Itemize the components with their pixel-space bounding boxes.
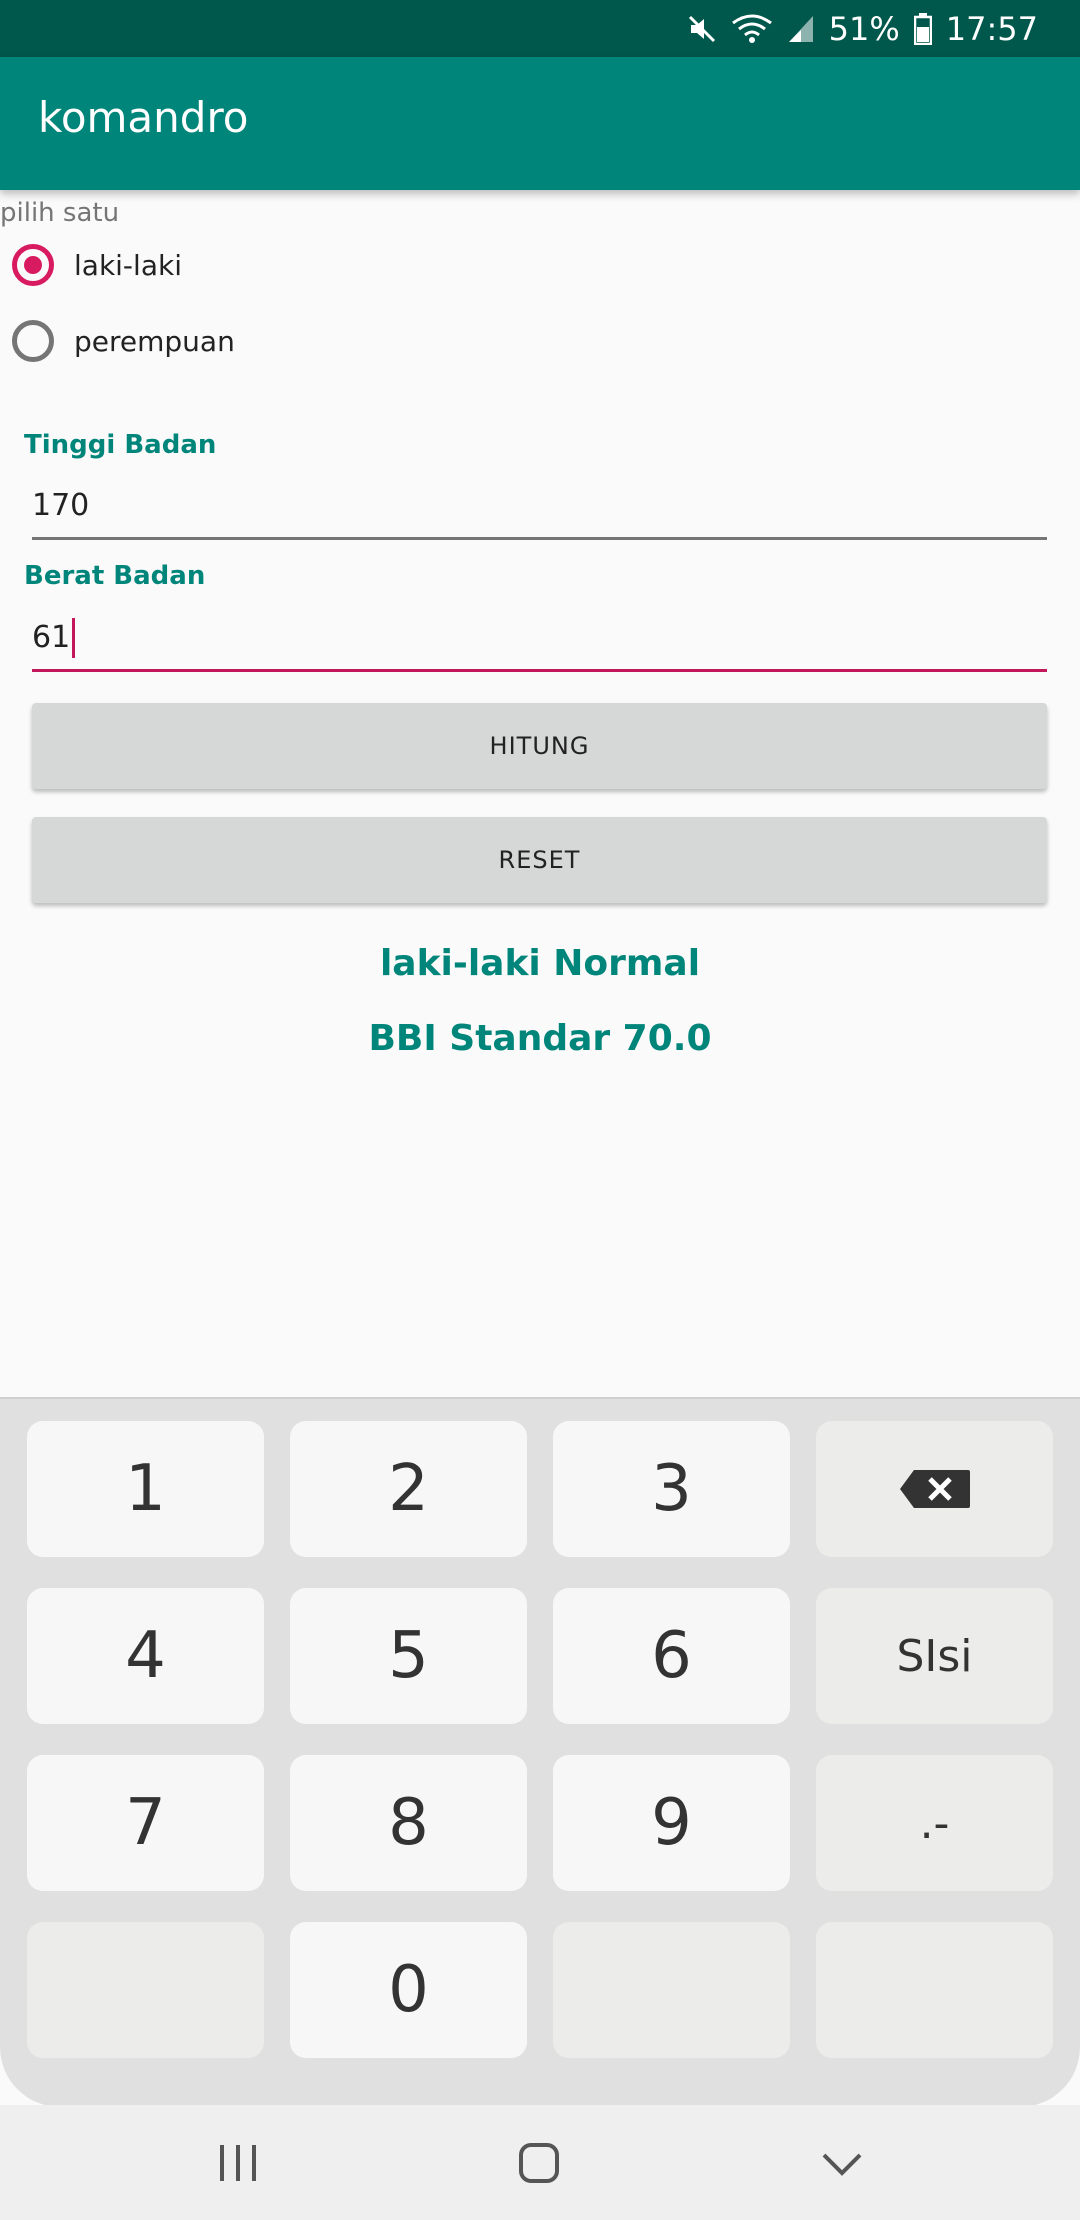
result-status: laki-laki Normal [379,943,701,984]
radio-male-circle[interactable] [12,244,54,286]
clock: 17:57 [945,10,1038,48]
wifi-icon [731,13,773,45]
recent-apps-button[interactable] [208,2133,268,2197]
radio-female-circle[interactable] [12,320,54,362]
battery-icon [913,13,932,45]
radio-male-label[interactable]: laki-laki [74,249,182,282]
key-5[interactable]: 5 [290,1588,527,1724]
key-7[interactable]: 7 [27,1755,264,1891]
key-1[interactable]: 1 [27,1421,264,1557]
backspace-icon [898,1452,972,1526]
chevron-down-icon [812,2133,872,2197]
key-2[interactable]: 2 [290,1421,527,1557]
key-enter-label: SIsi [896,1630,973,1682]
status-icons: 51% 17:57 [687,6,1038,52]
home-icon [509,2133,569,2197]
reset-button[interactable]: RESET [32,817,1047,903]
key-4[interactable]: 4 [27,1588,264,1724]
radio-male[interactable]: laki-laki [12,244,182,286]
home-button[interactable] [509,2133,569,2197]
navigation-bar [0,2105,1080,2220]
app-bar: komandro [0,57,1080,190]
result-bbi: BBI Standar 70.0 [368,1018,712,1059]
key-dot-minus-label: .- [919,1797,950,1849]
key-empty-right[interactable] [816,1922,1053,2058]
height-label: Tinggi Badan [24,430,217,460]
key-empty-middle[interactable] [553,1922,790,2058]
numeric-keyboard: 1 2 3 4 5 6 SIsi 7 8 9 .- 0 [0,1397,1080,2107]
key-3[interactable]: 3 [553,1421,790,1557]
app-title: komandro [38,93,249,142]
key-backspace[interactable] [816,1421,1053,1557]
signal-icon [787,14,815,44]
height-input[interactable]: 170 [32,474,1047,540]
radio-selected-dot [24,256,42,274]
key-dot-minus[interactable]: .- [816,1755,1053,1891]
weight-value: 61 [32,620,71,655]
recent-apps-icon [208,2133,268,2197]
key-6[interactable]: 6 [553,1588,790,1724]
hide-keyboard-button[interactable] [812,2133,872,2197]
status-bar: 51% 17:57 [0,0,1080,57]
key-0[interactable]: 0 [290,1922,527,2058]
radio-female[interactable]: perempuan [12,320,235,362]
radio-female-label[interactable]: perempuan [74,325,235,358]
key-enter[interactable]: SIsi [816,1588,1053,1724]
calculate-button[interactable]: HITUNG [32,703,1047,789]
key-8[interactable]: 8 [290,1755,527,1891]
battery-percent: 51% [828,10,900,48]
key-9[interactable]: 9 [553,1755,790,1891]
height-value: 170 [32,488,90,523]
gender-hint: pilih satu [0,198,120,228]
text-cursor [72,617,76,658]
weight-label: Berat Badan [24,561,206,591]
mute-icon [687,14,717,44]
key-empty-left[interactable] [27,1922,264,2058]
weight-input[interactable]: 61 [32,606,1047,672]
